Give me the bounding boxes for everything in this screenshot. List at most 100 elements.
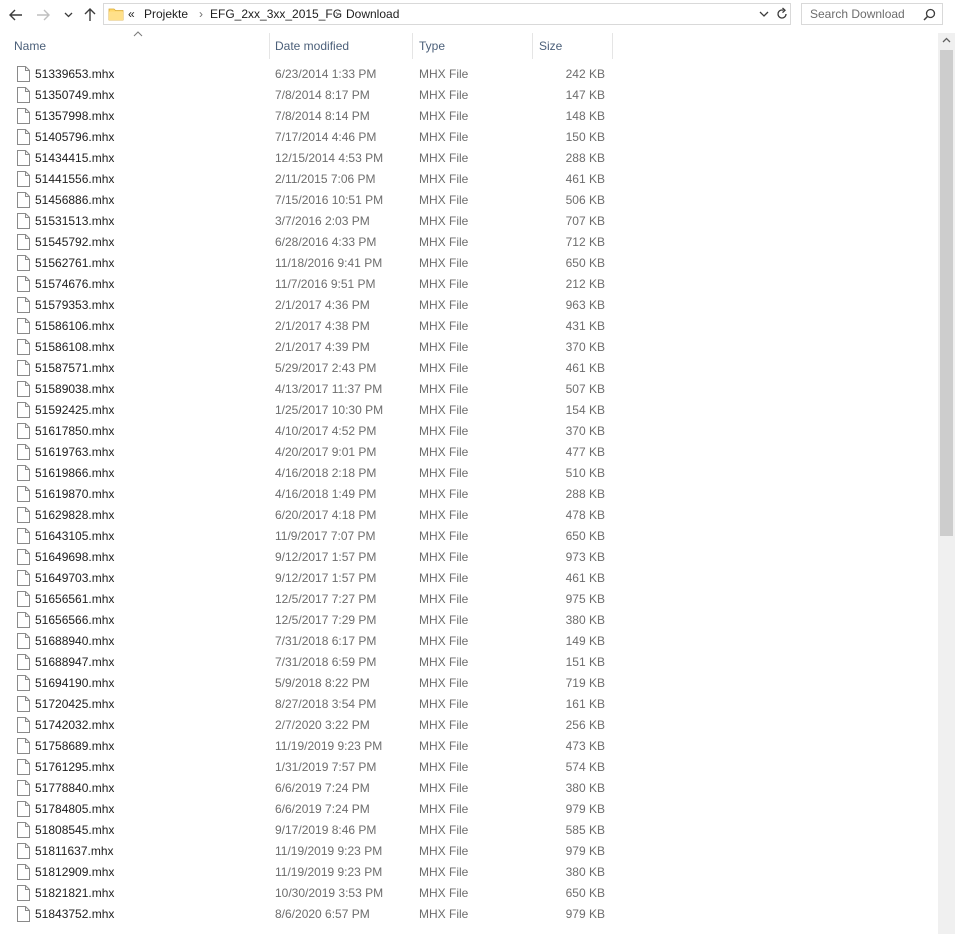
breadcrumb-download[interactable]: Download: [346, 7, 399, 21]
file-row[interactable]: 51742032.mhx 2/7/2020 3:22 PM MHX File 256 …: [0, 715, 938, 736]
column-header-name[interactable]: Name: [14, 33, 269, 59]
file-icon: [17, 234, 30, 255]
forward-button[interactable]: [32, 3, 54, 27]
file-row[interactable]: 51812909.mhx 11/19/2019 9:23 PM MHX File 38…: [0, 862, 938, 883]
file-type: MHX File: [419, 718, 469, 732]
file-date-modified: 11/19/2019 9:23 PM: [275, 865, 383, 879]
file-row[interactable]: 51339653.mhx 6/23/2014 1:33 PM MHX File 242…: [0, 64, 938, 85]
refresh-icon[interactable]: [775, 7, 789, 21]
file-type: MHX File: [419, 256, 469, 270]
scroll-up-arrow-icon[interactable]: [942, 37, 951, 43]
file-row[interactable]: 51629828.mhx 6/20/2017 4:18 PM MHX File 478…: [0, 505, 938, 526]
file-icon: [17, 150, 30, 171]
file-row[interactable]: 51587571.mhx 5/29/2017 2:43 PM MHX File 461…: [0, 358, 938, 379]
breadcrumb-overflow[interactable]: «: [128, 7, 135, 21]
file-date-modified: 4/16/2018 2:18 PM: [275, 466, 377, 480]
file-size: 979 KB: [565, 907, 605, 921]
file-row[interactable]: 51574676.mhx 11/7/2016 9:51 PM MHX File 212…: [0, 274, 938, 295]
column-header-type[interactable]: Type: [419, 33, 529, 59]
search-icon[interactable]: [923, 8, 936, 21]
file-size: 478 KB: [565, 508, 605, 522]
file-type: MHX File: [419, 319, 469, 333]
file-row[interactable]: 51357998.mhx 7/8/2014 8:14 PM MHX File 148 …: [0, 106, 938, 127]
file-row[interactable]: 51405796.mhx 7/17/2014 4:46 PM MHX File 150…: [0, 127, 938, 148]
breadcrumb-separator[interactable]: ›: [335, 7, 339, 21]
file-icon: [17, 255, 30, 276]
column-divider[interactable]: [269, 33, 270, 59]
column-divider[interactable]: [532, 33, 533, 59]
file-name: 51587571.mhx: [35, 361, 115, 375]
file-type: MHX File: [419, 382, 469, 396]
file-type: MHX File: [419, 634, 469, 648]
column-divider[interactable]: [412, 33, 413, 59]
file-type: MHX File: [419, 151, 469, 165]
file-size: 979 KB: [565, 844, 605, 858]
file-name: 51456886.mhx: [35, 193, 115, 207]
file-icon: [17, 843, 30, 864]
up-one-level-button[interactable]: [80, 3, 100, 27]
file-row[interactable]: 51350749.mhx 7/8/2014 8:17 PM MHX File 147 …: [0, 85, 938, 106]
file-date-modified: 7/8/2014 8:17 PM: [275, 88, 370, 102]
file-type: MHX File: [419, 886, 469, 900]
file-row[interactable]: 51617850.mhx 4/10/2017 4:52 PM MHX File 370…: [0, 421, 938, 442]
file-row[interactable]: 51579353.mhx 2/1/2017 4:36 PM MHX File 963 …: [0, 295, 938, 316]
vertical-scrollbar[interactable]: [938, 33, 955, 934]
file-row[interactable]: 51811637.mhx 11/19/2019 9:23 PM MHX File 97…: [0, 841, 938, 862]
file-row[interactable]: 51441556.mhx 2/11/2015 7:06 PM MHX File 461…: [0, 169, 938, 190]
file-icon: [17, 906, 30, 927]
file-row[interactable]: 51808545.mhx 9/17/2019 8:46 PM MHX File 585…: [0, 820, 938, 841]
breadcrumb-separator[interactable]: ›: [199, 7, 203, 21]
file-row[interactable]: 51778840.mhx 6/6/2019 7:24 PM MHX File 380 …: [0, 778, 938, 799]
file-row[interactable]: 51619763.mhx 4/20/2017 9:01 PM MHX File 477…: [0, 442, 938, 463]
file-row[interactable]: 51562761.mhx 11/18/2016 9:41 PM MHX File 65…: [0, 253, 938, 274]
file-type: MHX File: [419, 592, 469, 606]
file-row[interactable]: 51720425.mhx 8/27/2018 3:54 PM MHX File 161…: [0, 694, 938, 715]
file-row[interactable]: 51589038.mhx 4/13/2017 11:37 PM MHX File 50…: [0, 379, 938, 400]
file-icon: [17, 885, 30, 906]
file-icon: [17, 528, 30, 549]
recent-locations-button[interactable]: [60, 3, 76, 27]
breadcrumb-efg-folder[interactable]: EFG_2xx_3xx_2015_FG: [210, 7, 342, 21]
file-row[interactable]: 51456886.mhx 7/15/2016 10:51 PM MHX File 50…: [0, 190, 938, 211]
file-date-modified: 6/6/2019 7:24 PM: [275, 781, 370, 795]
file-row[interactable]: 51694190.mhx 5/9/2018 8:22 PM MHX File 719 …: [0, 673, 938, 694]
back-button[interactable]: [5, 3, 27, 27]
file-row[interactable]: 51758689.mhx 11/19/2019 9:23 PM MHX File 47…: [0, 736, 938, 757]
column-divider[interactable]: [612, 33, 613, 59]
file-name: 51441556.mhx: [35, 172, 115, 186]
file-row[interactable]: 51619866.mhx 4/16/2018 2:18 PM MHX File 510…: [0, 463, 938, 484]
file-row[interactable]: 51586108.mhx 2/1/2017 4:39 PM MHX File 370 …: [0, 337, 938, 358]
column-header-size[interactable]: Size: [539, 33, 609, 59]
file-size: 979 KB: [565, 802, 605, 816]
file-row[interactable]: 51784805.mhx 6/6/2019 7:24 PM MHX File 979 …: [0, 799, 938, 820]
file-name: 51619870.mhx: [35, 487, 115, 501]
file-size: 380 KB: [565, 613, 605, 627]
file-row[interactable]: 51434415.mhx 12/15/2014 4:53 PM MHX File 28…: [0, 148, 938, 169]
file-row[interactable]: 51649698.mhx 9/12/2017 1:57 PM MHX File 973…: [0, 547, 938, 568]
file-row[interactable]: 51761295.mhx 1/31/2019 7:57 PM MHX File 574…: [0, 757, 938, 778]
address-dropdown-icon[interactable]: [759, 8, 769, 20]
file-row[interactable]: 51545792.mhx 6/28/2016 4:33 PM MHX File 712…: [0, 232, 938, 253]
file-row[interactable]: 51592425.mhx 1/25/2017 10:30 PM MHX File 15…: [0, 400, 938, 421]
file-icon: [17, 801, 30, 822]
file-row[interactable]: 51688940.mhx 7/31/2018 6:17 PM MHX File 149…: [0, 631, 938, 652]
file-row[interactable]: 51843752.mhx 8/6/2020 6:57 PM MHX File 979 …: [0, 904, 938, 925]
file-row[interactable]: 51649703.mhx 9/12/2017 1:57 PM MHX File 461…: [0, 568, 938, 589]
file-row[interactable]: 51656561.mhx 12/5/2017 7:27 PM MHX File 975…: [0, 589, 938, 610]
file-row[interactable]: 51531513.mhx 3/7/2016 2:03 PM MHX File 707 …: [0, 211, 938, 232]
file-row[interactable]: 51619870.mhx 4/16/2018 1:49 PM MHX File 288…: [0, 484, 938, 505]
file-row[interactable]: 51586106.mhx 2/1/2017 4:38 PM MHX File 431 …: [0, 316, 938, 337]
file-row[interactable]: 51656566.mhx 12/5/2017 7:29 PM MHX File 380…: [0, 610, 938, 631]
scrollbar-thumb[interactable]: [940, 50, 953, 536]
file-row[interactable]: 51643105.mhx 11/9/2017 7:07 PM MHX File 650…: [0, 526, 938, 547]
column-header-date-modified[interactable]: Date modified: [275, 33, 410, 59]
file-size: 650 KB: [565, 886, 605, 900]
file-icon: [17, 402, 30, 423]
file-type: MHX File: [419, 424, 469, 438]
breadcrumb-projekte[interactable]: Projekte: [144, 7, 188, 21]
file-row[interactable]: 51821821.mhx 10/30/2019 3:53 PM MHX File 65…: [0, 883, 938, 904]
file-row[interactable]: 51688947.mhx 7/31/2018 6:59 PM MHX File 151…: [0, 652, 938, 673]
address-bar[interactable]: « Projekte › EFG_2xx_3xx_2015_FG › Downl…: [103, 3, 791, 25]
search-input[interactable]: Search Download: [801, 3, 943, 25]
file-date-modified: 5/29/2017 2:43 PM: [275, 361, 377, 375]
